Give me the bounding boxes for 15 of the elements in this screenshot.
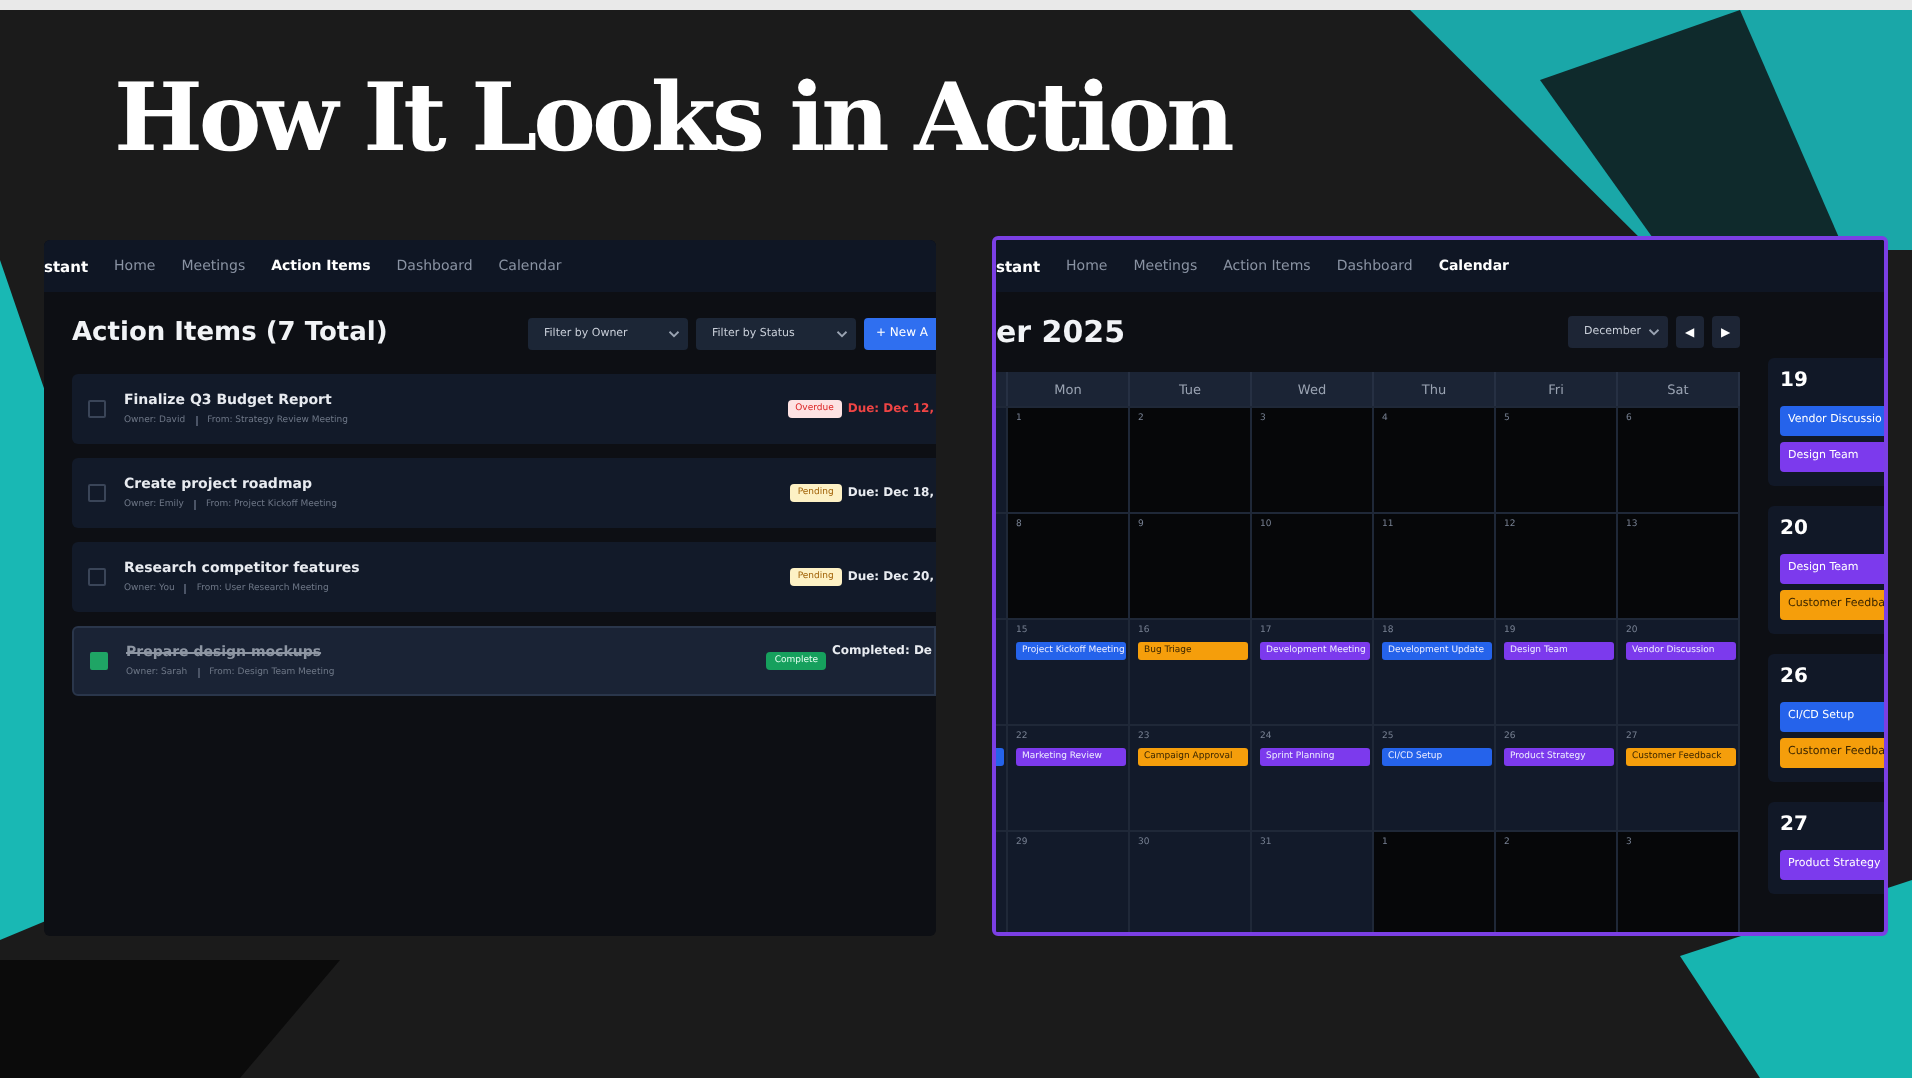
agenda-day: 27 bbox=[1780, 814, 1884, 836]
weekday-header bbox=[996, 372, 1008, 406]
checkbox[interactable] bbox=[90, 652, 108, 670]
checkbox[interactable] bbox=[88, 568, 106, 586]
chevron-icon bbox=[668, 329, 680, 337]
page-title: er 2025 bbox=[996, 314, 1126, 350]
agenda-day: 26 bbox=[1780, 666, 1884, 688]
checkbox[interactable] bbox=[88, 484, 106, 502]
chevron-icon bbox=[836, 329, 848, 337]
page-title: Action Items (7 Total) bbox=[72, 318, 388, 348]
slide-title: How It Looks in Action bbox=[114, 62, 1231, 178]
agenda-day: 20 bbox=[1780, 518, 1884, 540]
agenda-day: 19 bbox=[1780, 370, 1884, 392]
checkbox[interactable] bbox=[88, 400, 106, 418]
chevron-icon bbox=[1648, 328, 1660, 336]
